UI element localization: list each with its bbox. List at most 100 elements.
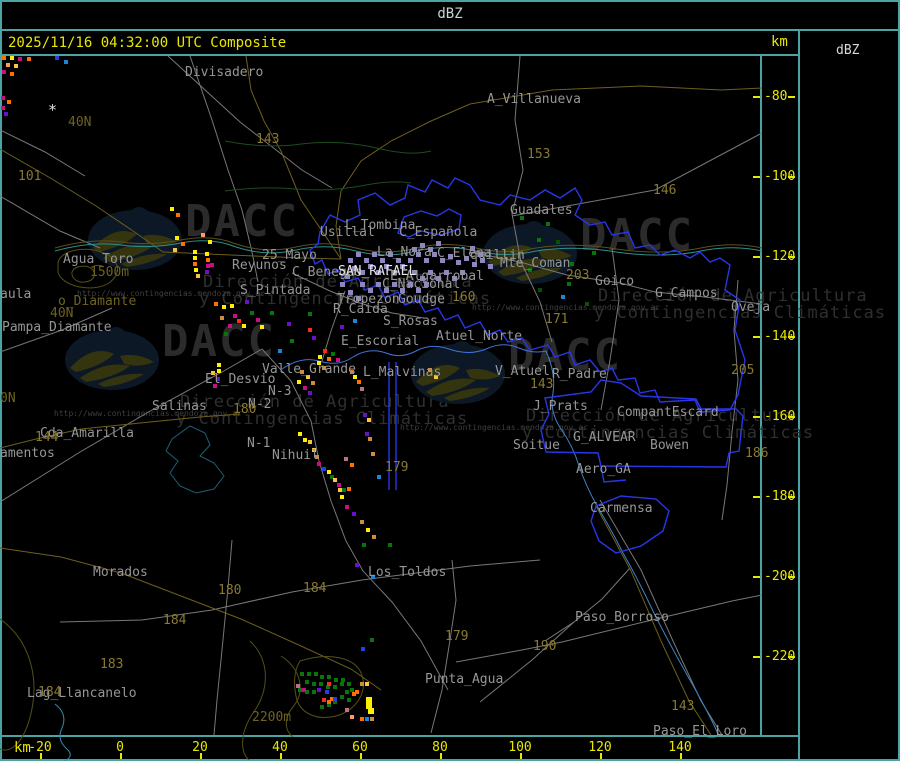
town-label: Cda_Amarilla: [40, 426, 134, 441]
radar-echo-pixel: [336, 358, 340, 362]
radar-echo-pixel: [348, 290, 353, 295]
bottom-axis-tick: [40, 753, 42, 759]
town-label: V_Atuel: [495, 364, 550, 379]
map-linework: [0, 55, 763, 761]
radar-echo-pixel: [308, 312, 312, 316]
radar-echo-pixel: [193, 250, 197, 254]
radar-echo-pixel: [242, 324, 246, 328]
radar-echo-pixel: [353, 319, 357, 323]
road-number-label: 101: [18, 169, 42, 184]
radar-echo-pixel: [298, 432, 302, 436]
radar-echo-pixel: [367, 418, 371, 422]
right-axis-tick-outer: [788, 96, 795, 98]
river-diamante-shadow: [54, 237, 763, 253]
radar-echo-pixel: [260, 325, 264, 329]
town-label: Oveja: [731, 300, 771, 315]
right-axis-tick-outer: [788, 416, 795, 418]
radar-echo-pixel: [428, 247, 433, 252]
radar-echo-pixel: [323, 349, 327, 353]
radar-echo-pixel: [408, 258, 413, 263]
radar-echo-pixel: [233, 314, 237, 318]
radar-echo-pixel: [356, 296, 361, 301]
road-number-label: 184: [163, 613, 187, 628]
radar-map-canvas: DACC Dirección de Agricultura y Contingenc…: [0, 0, 900, 761]
radar-echo-pixel: [10, 56, 14, 60]
radar-echo-pixel: [331, 352, 335, 356]
radar-echo-pixel: [333, 700, 337, 704]
radar-echo-pixel: [372, 535, 376, 539]
radar-echo-pixel: [528, 268, 532, 272]
right-axis-tick-inner: [753, 416, 760, 418]
radar-echo-pixel: [376, 270, 381, 275]
bottom-axis-tick: [680, 753, 682, 759]
town-label: A_Villanueva: [487, 92, 581, 107]
radar-echo-pixel: [340, 282, 345, 287]
town-label: Tropezon: [337, 292, 400, 307]
radar-echo-pixel: [353, 375, 357, 379]
town-label: E_Escorial: [341, 334, 420, 349]
radar-echo-pixel: [561, 295, 565, 299]
right-axis-tick-outer: [788, 496, 795, 498]
radar-echo-pixel: [371, 452, 375, 456]
road-number-label: 160: [452, 290, 476, 305]
radar-echo-pixel: [362, 543, 366, 547]
contour-label: 2200m: [252, 710, 292, 725]
radar-echo-pixel: [2, 70, 6, 74]
watermark-dacc-text: DACC: [580, 210, 694, 261]
radar-echo-pixel: [206, 264, 210, 268]
radar-echo-pixel: [327, 703, 331, 707]
radar-echo-pixel: [366, 528, 370, 532]
radar-echo-pixel: [290, 339, 294, 343]
radar-echo-pixel: [325, 690, 329, 694]
watermark-tile: DACC Dirección de Agricultura y Contingenc…: [77, 198, 490, 318]
town-label: Goudge: [398, 292, 445, 307]
town-label: G_Campos: [655, 286, 718, 301]
town-label: N-3: [268, 384, 292, 399]
radar-echo-pixel: [287, 322, 291, 326]
radar-echo-pixel: [193, 262, 197, 266]
town-label: Paso_Borroso: [575, 610, 669, 625]
road-number-label: 180: [233, 402, 257, 417]
radar-echo-pixel: [364, 258, 369, 263]
radar-echo-pixel: [376, 282, 381, 287]
town-label: Usillal: [320, 225, 375, 240]
bottom-axis-tick: [120, 753, 122, 759]
watermark-tile: DACC Dirección de Agricultura y Contingenc…: [54, 318, 467, 438]
town-label: Goico: [595, 274, 635, 289]
radar-echo-pixel: [305, 690, 309, 694]
radar-echo-pixel: [245, 300, 249, 304]
radar-echo-pixel: [205, 252, 209, 256]
road-number-label: 144: [35, 430, 59, 445]
right-axis-tick-inner: [753, 96, 760, 98]
radar-echo-pixel: [327, 700, 331, 704]
legend-title: dBZ: [836, 43, 860, 58]
radar-echo-pixel: [400, 288, 405, 293]
radar-echo-pixel: [326, 685, 330, 689]
radar-echo-pixel: [377, 475, 381, 479]
town-label: amentos: [0, 446, 55, 461]
radar-echo-pixel: [340, 495, 344, 499]
elevation-contours: [0, 248, 364, 761]
radar-echo-pixel: [306, 375, 310, 379]
watermark-line1: Dirección de Agricultura: [180, 392, 450, 412]
radar-echo-pixel: [14, 64, 18, 68]
radar-echo-pixel: [345, 690, 349, 694]
radar-echo-pixel: [370, 638, 374, 642]
town-label: Los_Toldos: [368, 565, 447, 580]
radar-echo-pixel: [338, 488, 342, 492]
radar-echo-pixel: [270, 311, 274, 315]
radar-echo-pixel: [210, 263, 214, 267]
road-number-label: 179: [385, 460, 409, 475]
road-number-label: 184: [38, 685, 62, 700]
radar-echo-pixel: [464, 256, 469, 261]
radar-echo-pixel: [278, 349, 282, 353]
radar-echo-pixel: [194, 268, 198, 272]
radar-echo-pixel: [352, 512, 356, 516]
radar-echo-pixel: [201, 233, 205, 237]
right-axis-tick-outer: [788, 176, 795, 178]
radar-echo-pixel: [216, 377, 220, 381]
town-label: E_Algarrobal: [390, 269, 484, 284]
river-atuel-lower: [545, 350, 720, 737]
radar-echo-pixel: [307, 672, 311, 676]
radar-echo-pixel: [355, 690, 359, 694]
